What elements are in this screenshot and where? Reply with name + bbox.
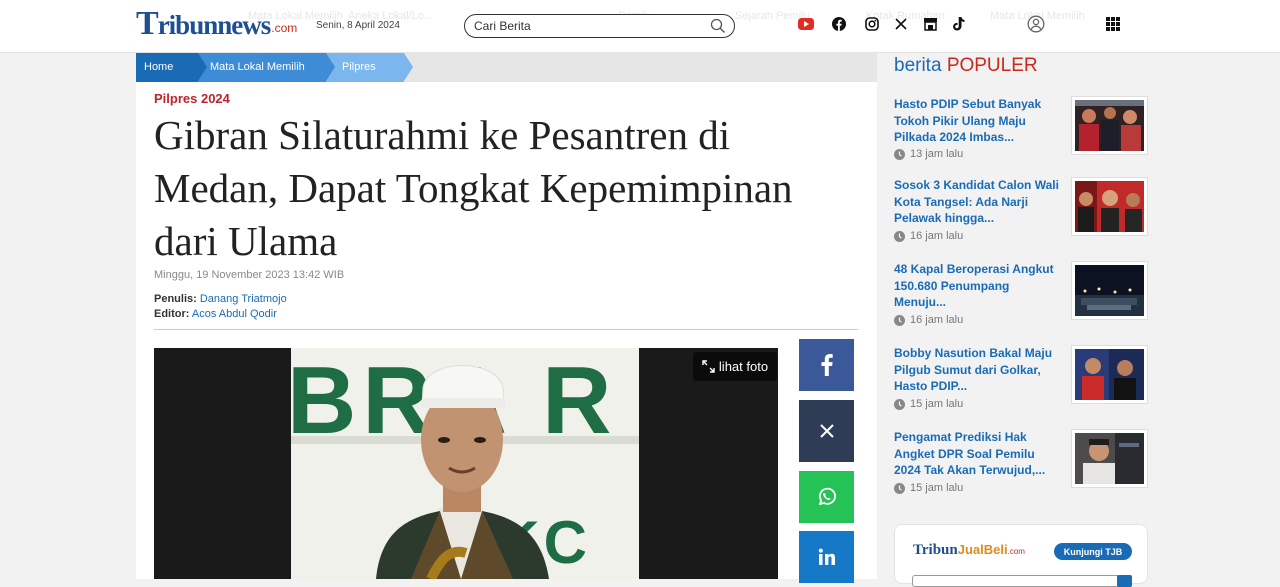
popular-item: Hasto PDIP Sebut Banyak Tokoh Pikir Ulan… (894, 96, 1148, 166)
tjb-search-button[interactable] (1117, 575, 1132, 587)
facebook-icon[interactable] (830, 15, 848, 33)
popular-item-thumbnail[interactable] (1071, 177, 1148, 236)
breadcrumb-label: Home (144, 61, 174, 73)
article-photo[interactable]: BRA R t LKC lihat foto (154, 348, 778, 579)
breadcrumb-pilpres[interactable]: Pilpres (326, 53, 404, 82)
facebook-icon (821, 354, 833, 376)
divider (154, 329, 858, 330)
youtube-icon[interactable] (797, 15, 815, 33)
logo-suffix: .com (271, 21, 298, 35)
expand-icon (702, 360, 715, 373)
article-title: Gibran Silaturahmi ke Pesantren di Medan… (154, 112, 793, 264)
linkedin-icon (818, 548, 835, 565)
share-facebook-button[interactable] (799, 339, 854, 391)
popular-item-time: 16 jam lalu (894, 314, 963, 326)
breadcrumb-arrow (326, 53, 335, 81)
popular-heading-a: berita (894, 55, 942, 76)
search-icon[interactable] (710, 18, 726, 34)
writer-label: Penulis: (154, 293, 197, 305)
x-icon[interactable] (892, 15, 910, 33)
popular-item-time-label: 16 jam lalu (910, 230, 964, 242)
popular-item-time: 16 jam lalu (894, 230, 963, 242)
share-whatsapp-button[interactable] (799, 471, 854, 523)
popular-item-link[interactable]: Hasto PDIP Sebut Banyak Tokoh Pikir Ulan… (894, 96, 1060, 146)
jb-logo-a: Tribun (913, 542, 958, 558)
search-box (464, 14, 735, 38)
popular-item-link[interactable]: Pengamat Prediksi Hak Angket DPR Soal Pe… (894, 429, 1060, 479)
popular-heading: berita POPULER (894, 55, 1038, 77)
breadcrumb-label: Mata Lokal Memilih (210, 61, 305, 73)
x-icon (819, 424, 834, 438)
popular-item-time: 15 jam lalu (894, 482, 963, 494)
popular-item-thumbnail[interactable] (1071, 429, 1148, 488)
tiktok-icon[interactable] (950, 15, 968, 33)
breadcrumb-mata-lokal[interactable]: Mata Lokal Memilih (198, 53, 326, 82)
popular-item: Bobby Nasution Bakal Maju Pilgub Sumut d… (894, 345, 1148, 415)
article-container: Pilpres Mata Lokal Memilih Home Pilpres … (136, 53, 877, 583)
article-credits: Penulis: Danang Triatmojo Editor: Acos A… (154, 292, 287, 322)
photo-image: BRA R t LKC (291, 348, 639, 579)
share-linkedin-button[interactable] (799, 531, 854, 583)
popular-item-thumbnail[interactable] (1071, 345, 1148, 404)
logo-letter: T (136, 5, 159, 42)
jb-logo-c: .com (1007, 547, 1025, 556)
popular-item-time-label: 15 jam lalu (910, 398, 964, 410)
popular-item: 48 Kapal Beroperasi Angkut 150.680 Penum… (894, 261, 1148, 331)
clock-icon (894, 398, 905, 410)
account-icon[interactable] (1027, 15, 1045, 33)
popular-item-link[interactable]: Sosok 3 Kandidat Calon Wali Kota Tangsel… (894, 177, 1060, 227)
store-icon[interactable] (921, 15, 939, 33)
whatsapp-icon (818, 487, 836, 506)
top-header: Tribunnews .com Mata Lokal Memilih Aneka… (0, 0, 1280, 53)
popular-item-link[interactable]: Bobby Nasution Bakal Maju Pilgub Sumut d… (894, 345, 1060, 395)
breadcrumb-label: Pilpres (342, 61, 376, 73)
instagram-icon[interactable] (863, 15, 881, 33)
tribunjualbeli-logo[interactable]: TribunJualBeli.com (913, 541, 1025, 559)
clock-icon (894, 314, 905, 326)
popular-item-thumbnail[interactable] (1071, 261, 1148, 320)
clock-icon (894, 148, 905, 160)
popular-item: Pengamat Prediksi Hak Angket DPR Soal Pe… (894, 429, 1148, 499)
breadcrumb: Pilpres Mata Lokal Memilih Home (136, 53, 877, 82)
popular-item-time: 13 jam lalu (894, 148, 963, 160)
header-date: Senin, 8 April 2024 (316, 20, 400, 31)
clock-icon (894, 230, 905, 242)
jb-logo-b: JualBeli (957, 542, 1008, 557)
popular-item-time-label: 15 jam lalu (910, 482, 964, 494)
tjb-search-field[interactable] (912, 575, 1120, 587)
share-x-button[interactable] (799, 400, 854, 462)
publish-date: Minggu, 19 November 2023 13:42 WIB (154, 269, 345, 281)
search-input[interactable] (465, 15, 695, 37)
popular-item-thumbnail[interactable] (1071, 96, 1148, 155)
view-photo-button[interactable]: lihat foto (693, 352, 777, 381)
tribunjualbeli-widget: TribunJualBeli.com Kunjungi TJB (894, 524, 1148, 587)
visit-tjb-button[interactable]: Kunjungi TJB (1054, 543, 1132, 560)
popular-heading-b: POPULER (946, 55, 1038, 76)
breadcrumb-home[interactable]: Home (136, 53, 198, 82)
popular-item-time-label: 13 jam lalu (910, 148, 964, 160)
popular-item-time: 15 jam lalu (894, 398, 963, 410)
writer-link[interactable]: Danang Triatmojo (200, 293, 287, 305)
logo-brand: ribun (157, 10, 219, 40)
popular-item-link[interactable]: 48 Kapal Beroperasi Angkut 150.680 Penum… (894, 261, 1060, 311)
breadcrumb-arrow (404, 53, 413, 81)
view-photo-label: lihat foto (718, 359, 769, 374)
popular-item-time-label: 16 jam lalu (910, 314, 964, 326)
popular-item: Sosok 3 Kandidat Calon Wali Kota Tangsel… (894, 177, 1148, 247)
breadcrumb-arrow (198, 53, 207, 81)
apps-menu-icon[interactable] (1106, 17, 1120, 31)
editor-link[interactable]: Acos Abdul Qodir (192, 308, 277, 320)
editor-label: Editor: (154, 308, 190, 320)
article-kicker[interactable]: Pilpres 2024 (154, 91, 230, 106)
clock-icon (894, 482, 905, 494)
